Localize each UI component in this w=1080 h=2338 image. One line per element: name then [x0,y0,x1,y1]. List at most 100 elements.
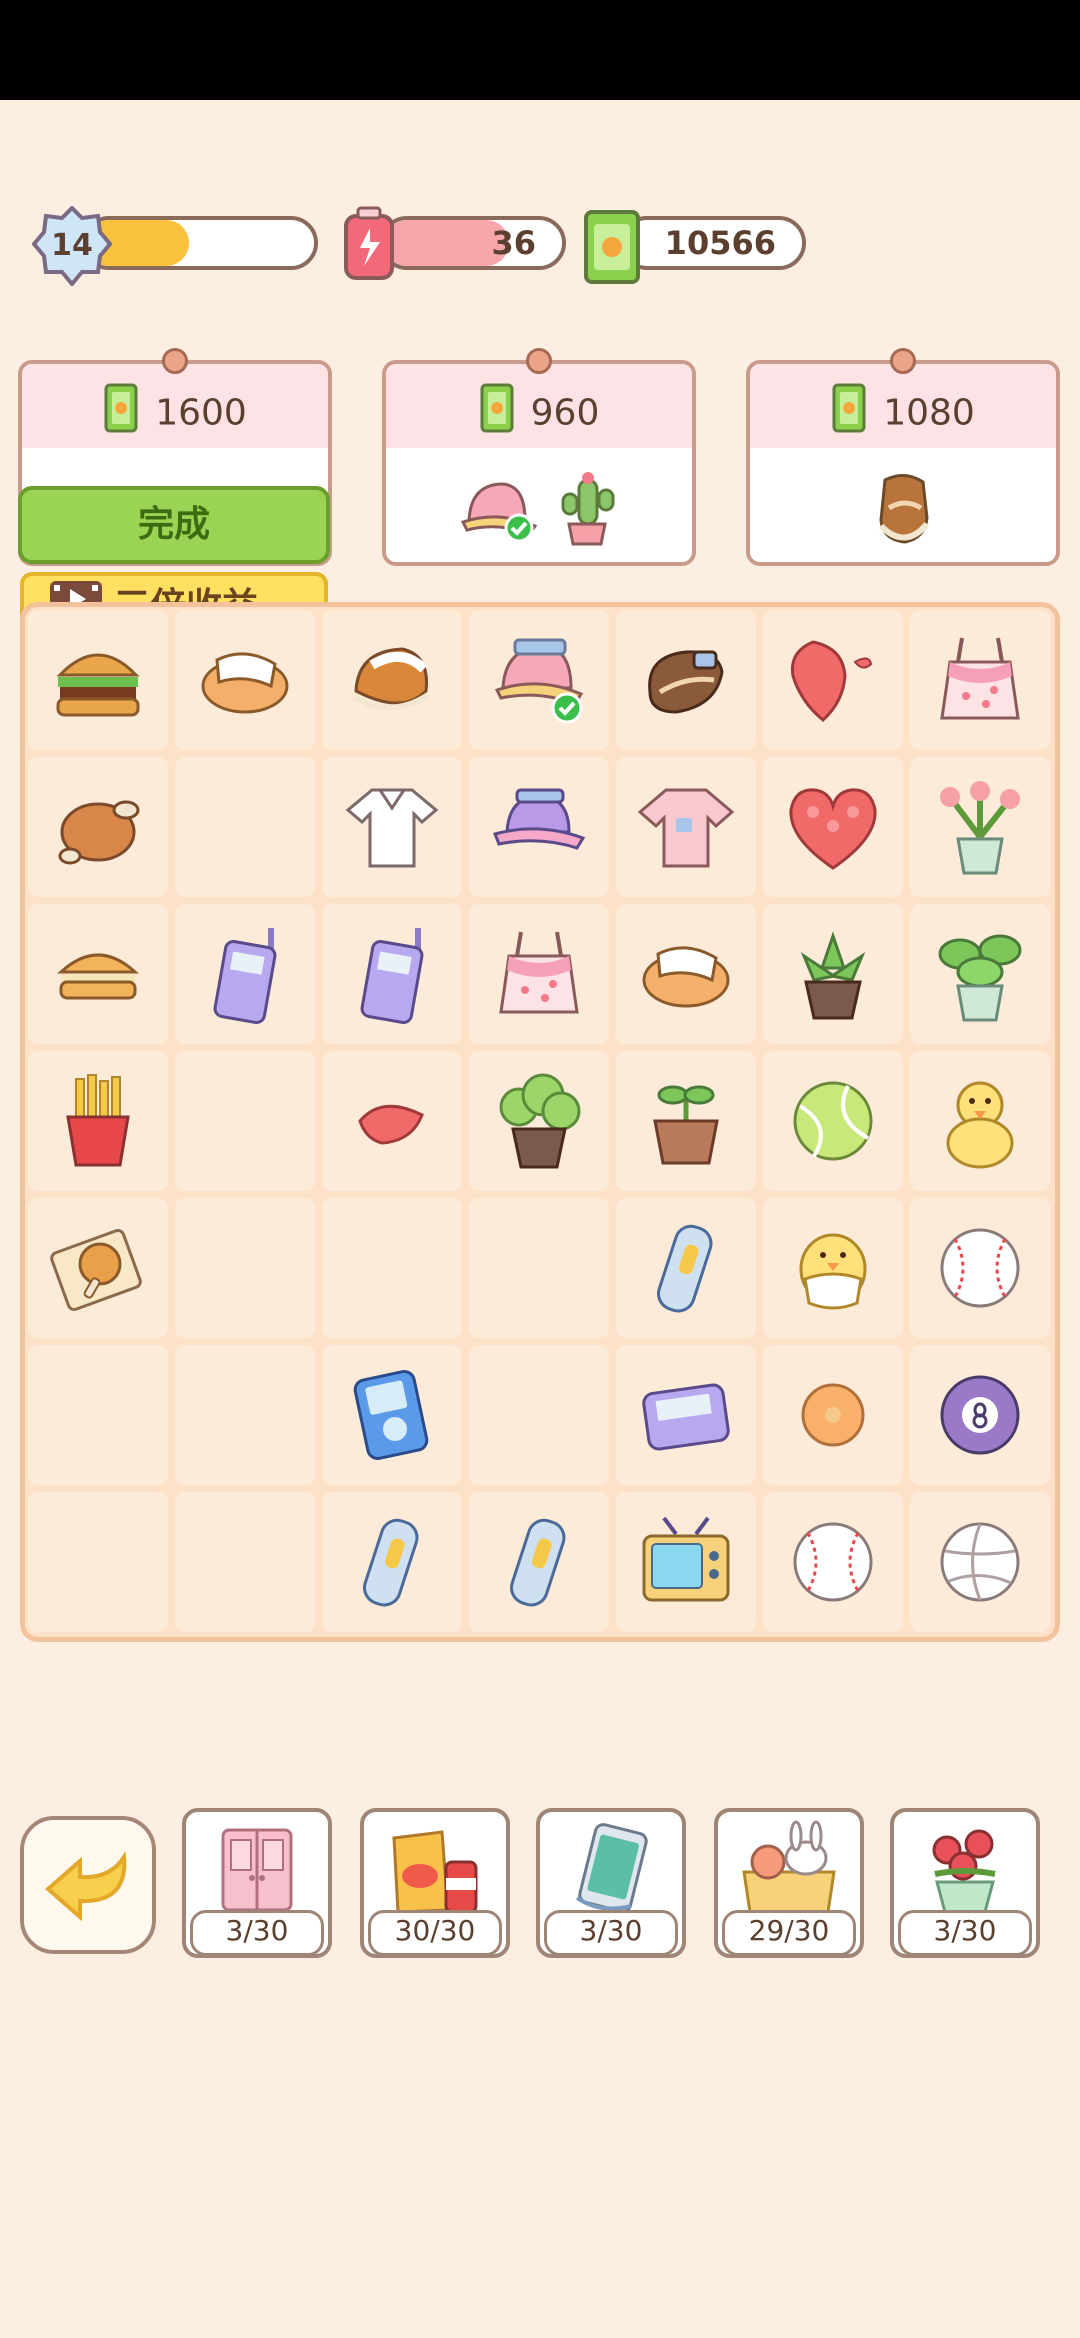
burger-icon[interactable] [50,635,146,725]
board-cell[interactable] [469,1492,609,1632]
board-cell[interactable] [28,757,168,897]
board-cell[interactable] [322,1051,462,1191]
board-cell[interactable] [469,610,609,750]
board-cell[interactable] [28,1345,168,1485]
white-shirt-icon[interactable] [342,782,442,872]
board-cell[interactable] [28,610,168,750]
board-cell[interactable] [28,1051,168,1191]
board-cell[interactable] [763,610,903,750]
category-toys-box[interactable]: 29/30 [714,1808,864,1958]
order-card-2[interactable]: 960 [382,348,696,566]
board-cell[interactable] [763,1051,903,1191]
board-cell[interactable] [175,1198,315,1338]
board-cell[interactable] [28,1492,168,1632]
category-wardrobe[interactable]: 3/30 [182,1808,332,1958]
wardrobe-icon [186,1818,328,1918]
order-card-3[interactable]: 1080 [746,348,1060,566]
flower-pot-icon[interactable] [930,777,1030,877]
board-cell[interactable] [910,1198,1050,1338]
board-cell[interactable] [469,904,609,1044]
mp3-player-icon[interactable] [347,1365,437,1465]
board-cell[interactable] [175,757,315,897]
cash-track: 10566 [620,216,806,270]
board-cell[interactable] [469,1345,609,1485]
usb-stick-icon[interactable] [651,1218,721,1318]
fried-chicken-icon[interactable] [48,1220,148,1316]
duck-icon[interactable] [938,1071,1022,1171]
board-cell[interactable] [28,904,168,1044]
board-cell[interactable] [763,757,903,897]
bush-pot-icon[interactable] [489,1071,589,1171]
board-cell[interactable] [322,757,462,897]
board-cell[interactable] [910,1345,1050,1485]
board-cell[interactable] [616,1051,756,1191]
board-cell[interactable] [28,1198,168,1338]
board-cell[interactable] [469,757,609,897]
merge-board[interactable] [20,602,1060,1642]
board-cell[interactable] [322,1198,462,1338]
green-plant-icon[interactable] [930,924,1030,1024]
tennis-ball-icon[interactable] [788,1076,878,1166]
board-cell[interactable] [763,904,903,1044]
pink-top-icon[interactable] [491,926,587,1022]
board-cell[interactable] [616,757,756,897]
roast-chicken-icon[interactable] [48,782,148,872]
back-button[interactable] [20,1816,156,1954]
board-cell[interactable] [763,1492,903,1632]
phone-icon[interactable] [210,924,280,1024]
board-cell[interactable] [175,904,315,1044]
pink-top-icon[interactable] [932,632,1028,728]
tv-icon[interactable] [636,1512,736,1612]
board-cell[interactable] [616,1345,756,1485]
board-cell[interactable] [910,1051,1050,1191]
chick-icon[interactable] [791,1223,875,1313]
board-cell[interactable] [469,1051,609,1191]
board-cell[interactable] [175,1492,315,1632]
pingpong-ball-icon[interactable] [793,1375,873,1455]
board-cell[interactable] [616,1492,756,1632]
slipper-icon[interactable] [195,640,295,720]
complete-order-button[interactable]: 完成 [18,486,330,564]
board-cell[interactable] [322,1492,462,1632]
succulent-icon[interactable] [788,926,878,1022]
pink-hat-check-icon[interactable] [489,632,589,728]
category-electronics[interactable]: 3/30 [536,1808,686,1958]
usb-stick-icon[interactable] [504,1512,574,1612]
baseball-icon[interactable] [788,1517,878,1607]
board-cell[interactable] [175,610,315,750]
board-cell[interactable] [910,757,1050,897]
sprout-icon[interactable] [641,1073,731,1169]
board-cell[interactable] [322,610,462,750]
board-cell[interactable] [322,904,462,1044]
eight-ball-icon[interactable] [935,1370,1025,1460]
phone-icon[interactable] [357,924,427,1024]
bun-icon[interactable] [53,934,143,1014]
board-cell[interactable] [175,1051,315,1191]
rose-petals-icon[interactable] [783,632,883,728]
slipper-icon[interactable] [636,934,736,1014]
pager-icon[interactable] [636,1375,736,1455]
board-cell[interactable] [910,1492,1050,1632]
board-cell[interactable] [322,1345,462,1485]
rose-heart-icon[interactable] [783,782,883,872]
board-cell[interactable] [763,1198,903,1338]
board-cell[interactable] [175,1345,315,1485]
baseball-icon[interactable] [935,1223,1025,1313]
petal-icon[interactable] [352,1091,432,1151]
usb-stick-icon[interactable] [357,1512,427,1612]
purple-hat-icon[interactable] [489,782,589,872]
board-cell[interactable] [616,1198,756,1338]
board-cell[interactable] [910,904,1050,1044]
category-flowers[interactable]: 3/30 [890,1808,1040,1958]
fries-icon[interactable] [58,1073,138,1169]
board-cell[interactable] [910,610,1050,750]
board-cell[interactable] [616,904,756,1044]
board-cell[interactable] [616,610,756,750]
brown-shoe-icon[interactable] [636,632,736,728]
pink-tshirt-icon[interactable] [636,782,736,872]
sneaker-icon[interactable] [342,635,442,725]
board-cell[interactable] [469,1198,609,1338]
category-snacks[interactable]: 30/30 [360,1808,510,1958]
board-cell[interactable] [763,1345,903,1485]
volleyball-icon[interactable] [935,1517,1025,1607]
